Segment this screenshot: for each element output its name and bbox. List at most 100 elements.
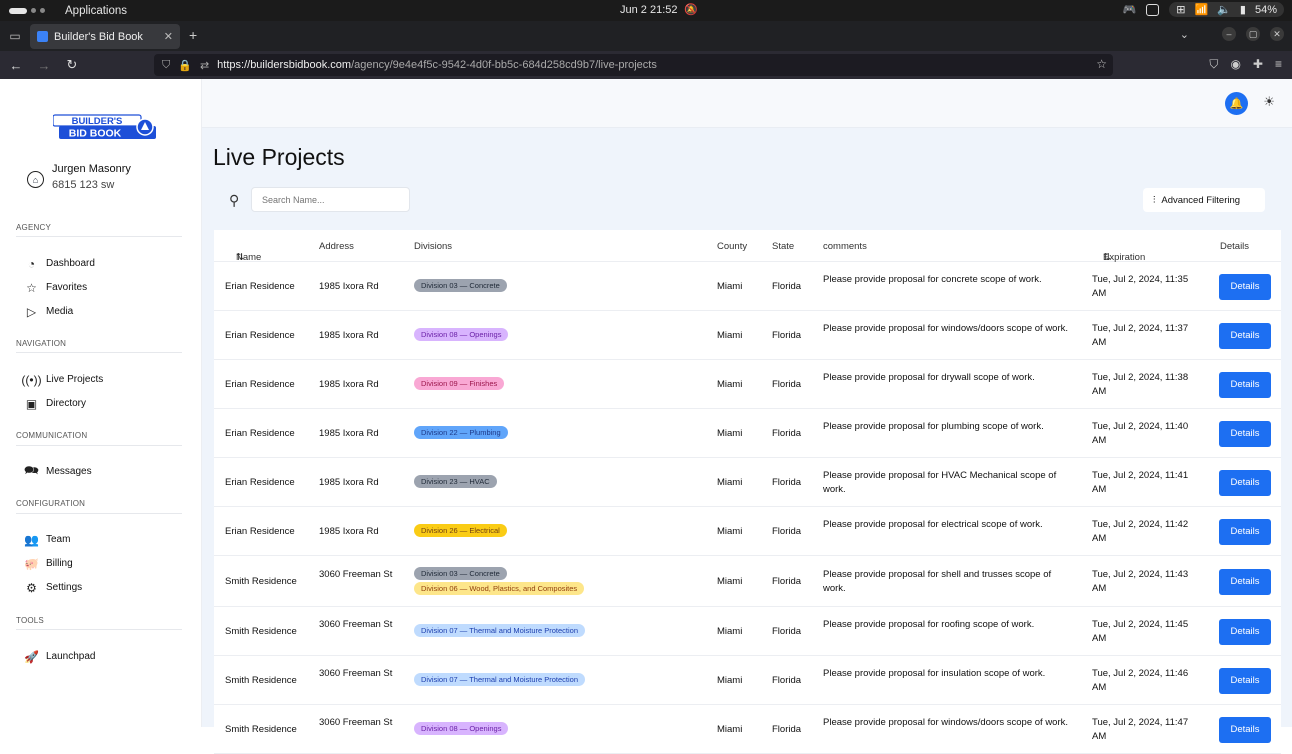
svg-text:BID BOOK: BID BOOK	[69, 128, 122, 140]
url-bar[interactable]: ⛉ 🔒 ⇄ https://buildersbidbook.com/agency…	[154, 54, 1113, 76]
project-name: Erian Residence	[225, 476, 295, 488]
project-address: 3060 Freeman St	[319, 619, 393, 630]
comment: Please provide proposal for shell and tr…	[823, 569, 1052, 594]
bookmark-star-icon[interactable]: ☆	[1096, 57, 1107, 71]
search-input[interactable]	[251, 187, 410, 212]
column-header-details: Details	[1220, 241, 1250, 252]
back-icon[interactable]: ←	[4, 58, 28, 73]
grid-icon: ⊞	[1176, 4, 1186, 16]
sidebar-item-directory[interactable]: ▣ Directory	[24, 396, 86, 411]
expiration-date: Tue, Jul 2, 2024, 11:46 AM	[1092, 668, 1189, 693]
details-button[interactable]: Details	[1219, 420, 1271, 447]
project-address: 3060 Freeman St	[319, 569, 393, 580]
comment: Please provide proposal for plumbing sco…	[823, 421, 1044, 432]
main-content: 🔔 ☀ Live Projects ⚲ ⫶ Advanced Filtering…	[202, 79, 1292, 754]
battery-icon: ▮	[1239, 4, 1246, 16]
division-badge: Division 23 — HVAC	[414, 475, 497, 488]
table-row: Erian Residence 1985 Ixora Rd Division 09 …	[214, 360, 1281, 409]
divisions-cell: Division 07 — Thermal and Moisture Prote…	[414, 624, 704, 639]
county: Miami	[717, 378, 743, 390]
expiration-date: Tue, Jul 2, 2024, 11:42 AM	[1092, 519, 1189, 544]
pocket-icon[interactable]: ⛉	[1209, 57, 1218, 72]
browser-nav-bar: ← → ↻ ⛉ 🔒 ⇄ https://buildersbidbook.com/…	[0, 51, 1292, 79]
rocket-icon: 🚀	[24, 649, 39, 664]
county: Miami	[717, 723, 743, 735]
details-button[interactable]: Details	[1219, 716, 1271, 743]
project-name: Smith Residence	[225, 625, 297, 637]
section-label-tools: TOOLS	[16, 616, 44, 625]
division-badge: Division 06 — Wood, Plastics, and Compos…	[414, 581, 585, 595]
clock[interactable]: Jun 2 21:52	[620, 4, 678, 16]
table-row: Smith Residence 3060 Freeman St Division 0…	[214, 607, 1281, 656]
section-label-communication: COMMUNICATION	[16, 431, 88, 440]
maximize-icon[interactable]: ▢	[1246, 27, 1260, 41]
applications-menu[interactable]: Applications	[65, 5, 127, 17]
county: Miami	[717, 280, 743, 292]
minimize-icon[interactable]: –	[1222, 27, 1236, 41]
project-address: 1985 Ixora Rd	[319, 427, 379, 439]
sidebar-item-favorites[interactable]: ☆ Favorites	[24, 280, 87, 295]
division-badge: Division 03 — Concrete	[414, 279, 507, 292]
sidebar-item-billing[interactable]: 🐖 Billing	[24, 556, 73, 571]
project-name: Erian Residence	[225, 427, 295, 439]
project-name: Erian Residence	[225, 280, 295, 292]
sidebar-item-settings[interactable]: ⚙ Settings	[24, 580, 82, 595]
sidebar: BUILDER'S BID BOOK ⌂ Jurgen Masonry 6815…	[0, 79, 202, 727]
reload-icon[interactable]: ↻	[60, 57, 84, 73]
expiration-date: Tue, Jul 2, 2024, 11:35 AM	[1092, 274, 1189, 299]
sidebar-item-launchpad[interactable]: 🚀 Launchpad	[24, 649, 95, 664]
forward-icon[interactable]: →	[32, 58, 56, 73]
system-tray[interactable]: 🎮 ⊞ 📶 🔈 ▮ 54%	[1123, 2, 1284, 17]
divisions-cell: Division 26 — Electrical	[414, 524, 704, 539]
details-button[interactable]: Details	[1219, 273, 1271, 300]
workspace-indicator[interactable]	[9, 7, 45, 14]
division-badge: Division 07 — Thermal and Moisture Prote…	[414, 624, 586, 637]
broadcast-icon: ((•))	[21, 372, 42, 387]
company-icon: ⌂	[27, 171, 44, 188]
bell-icon[interactable]: 🔔	[1225, 92, 1248, 115]
messages-icon: 🗪	[24, 463, 39, 477]
sidebar-item-media[interactable]: ▷ Media	[24, 304, 73, 319]
comment: Please provide proposal for HVAC Mechani…	[823, 470, 1057, 495]
sidebar-item-dashboard[interactable]: ◔ Dashboard	[24, 256, 95, 271]
details-button[interactable]: Details	[1219, 469, 1271, 496]
new-tab-icon[interactable]: +	[189, 27, 197, 43]
details-button[interactable]: Details	[1219, 322, 1271, 349]
sidebar-item-team[interactable]: 👥 Team	[24, 532, 70, 547]
lock-icon: 🔒	[178, 59, 192, 72]
details-button[interactable]: Details	[1219, 518, 1271, 545]
advanced-filtering-button[interactable]: ⫶ Advanced Filtering	[1143, 188, 1265, 212]
table-row: Erian Residence 1985 Ixora Rd Division 08 …	[214, 311, 1281, 360]
sun-icon[interactable]: ☀	[1263, 94, 1275, 110]
details-button[interactable]: Details	[1219, 568, 1271, 595]
table-row: Erian Residence 1985 Ixora Rd Division 23 …	[214, 458, 1281, 507]
svg-text:BUILDER'S: BUILDER'S	[72, 116, 123, 127]
details-button[interactable]: Details	[1219, 371, 1271, 398]
app: BUILDER'S BID BOOK ⌂ Jurgen Masonry 6815…	[0, 79, 1292, 754]
browser-tab[interactable]: Builder's Bid Book ✕	[30, 24, 180, 49]
project-address: 1985 Ixora Rd	[319, 525, 379, 537]
menu-icon[interactable]: ≡	[1275, 57, 1282, 72]
window-close-icon[interactable]: ✕	[1270, 27, 1284, 41]
county: Miami	[717, 427, 743, 439]
builders-bid-book-logo[interactable]: BUILDER'S BID BOOK	[53, 111, 156, 141]
chevron-down-icon[interactable]: ⌄	[1180, 28, 1189, 41]
sidebar-item-live-projects[interactable]: ((•)) Live Projects	[21, 372, 103, 387]
details-button[interactable]: Details	[1219, 667, 1271, 694]
extensions-icon[interactable]: ✚	[1253, 57, 1263, 72]
state: Florida	[772, 378, 802, 390]
sidebar-item-messages[interactable]: 🗪 Messages	[24, 463, 92, 479]
close-tab-icon[interactable]: ✕	[164, 30, 173, 43]
user-profile[interactable]: ⌂ Jurgen Masonry 6815 123 sw	[27, 163, 131, 191]
expiration-date: Tue, Jul 2, 2024, 11:45 AM	[1092, 619, 1189, 644]
account-icon[interactable]: ◉	[1230, 57, 1240, 72]
divisions-cell: Division 22 — Plumbing	[414, 426, 704, 441]
comment: Please provide proposal for insulation s…	[823, 668, 1046, 679]
details-button[interactable]: Details	[1219, 618, 1271, 645]
divisions-cell: Division 23 — HVAC	[414, 475, 704, 490]
tab-list-icon[interactable]: ▭	[0, 29, 30, 43]
state: Florida	[772, 476, 802, 488]
state: Florida	[772, 280, 802, 292]
table-row: Erian Residence 1985 Ixora Rd Division 22 …	[214, 409, 1281, 458]
url-path: /agency/9e4e4f5c-9542-4d0f-bb5c-684d258c…	[351, 59, 657, 71]
